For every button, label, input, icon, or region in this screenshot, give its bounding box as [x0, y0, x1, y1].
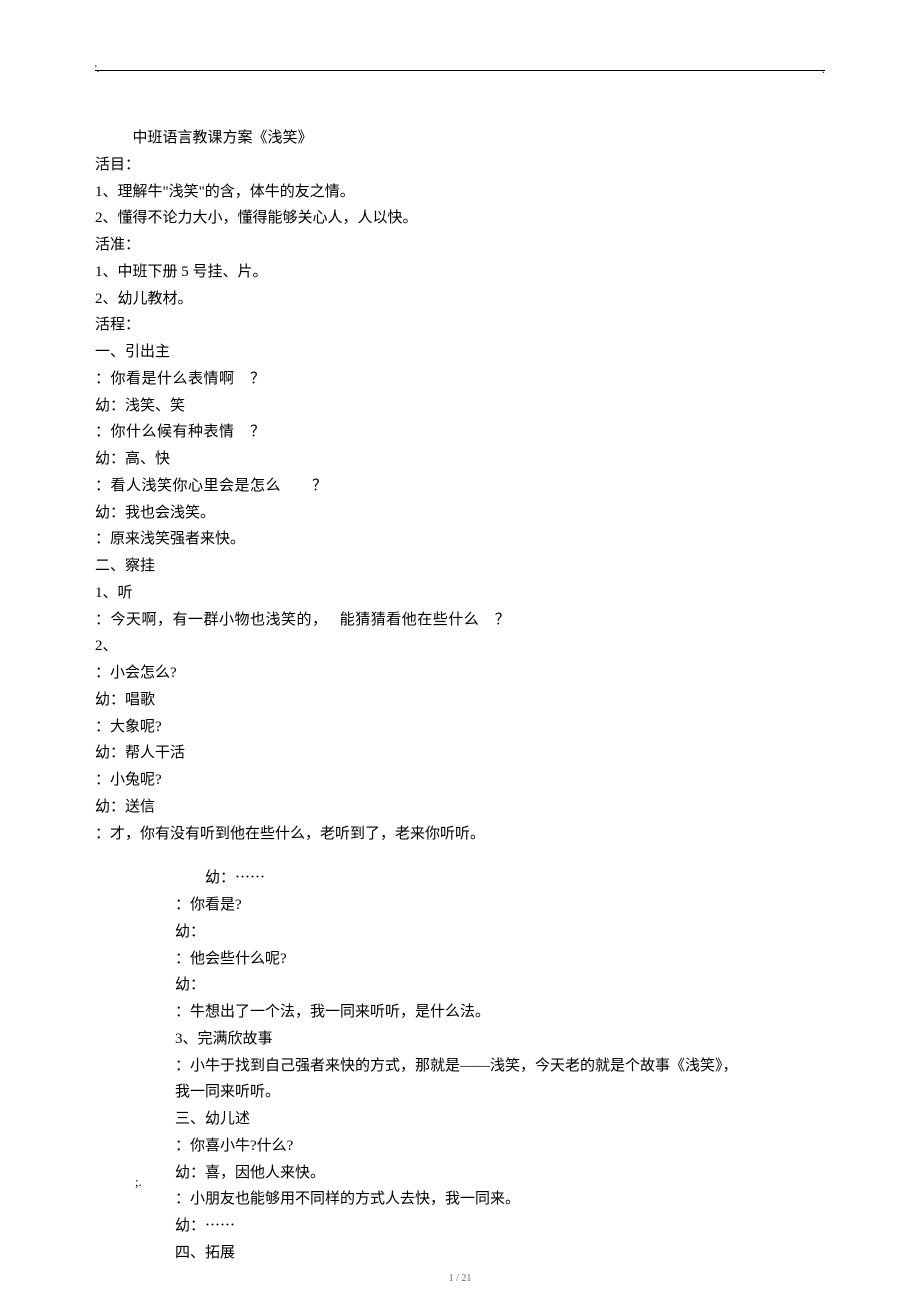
content-line: 幼： — [175, 973, 825, 998]
top-line-left-mark: '. — [95, 62, 99, 79]
page-number: 1 / 21 — [0, 1271, 920, 1288]
indented-block: 幼：⋯⋯ ：你看是? 幼： ：他会些什么呢? 幼： ：牛想出了一个法，我一同来听… — [175, 866, 825, 1265]
content-line: ：你看是? — [175, 893, 825, 918]
content-line: 2、懂得不论力大小，懂得能够关心人，人以快。 — [95, 206, 825, 231]
content-line: 2、幼儿教材。 — [95, 287, 825, 312]
content-line: 幼：喜，因他人来快。 — [175, 1161, 825, 1186]
content-line: 一、引出主 — [95, 340, 825, 365]
content-line: 1、中班下册 5 号挂、片。 — [95, 260, 825, 285]
section-heading: 活准： — [95, 233, 825, 258]
content-line: ：才，你有没有听到他在些什么，老听到了，老来你听听。 — [95, 822, 825, 847]
content-line: 幼：帮人干活 — [95, 741, 825, 766]
document-title: 中班语言教课方案《浅笑》 — [95, 126, 825, 151]
content-line: 幼：高、快 — [95, 447, 825, 472]
section-heading: 活程： — [95, 313, 825, 338]
content-line: 幼：浅笑、笑 — [95, 394, 825, 419]
content-line: 幼：送信 — [95, 795, 825, 820]
content-line: 幼：⋯⋯ — [175, 1214, 825, 1239]
content-line: ：牛想出了一个法，我一同来听听，是什么法。 — [175, 1000, 825, 1025]
top-divider: '. . — [95, 70, 825, 71]
content-line: 幼：⋯⋯ — [175, 866, 825, 891]
content-line: ：他会些什么呢? — [175, 947, 825, 972]
content-line: 三、幼儿述 — [175, 1107, 825, 1132]
document-content: 中班语言教课方案《浅笑》 活目： 1、理解牛"浅笑"的含，体牛的友之情。 2、懂… — [95, 126, 825, 1266]
content-line: ：你喜小牛?什么? — [175, 1134, 825, 1159]
content-line: 幼：我也会浅笑。 — [95, 501, 825, 526]
content-line: 幼： — [175, 920, 825, 945]
content-line: ：小会怎么? — [95, 661, 825, 686]
top-line-right-mark: . — [822, 60, 825, 80]
footer-marks: ;. — [135, 1171, 142, 1192]
content-line: 幼：唱歌 — [95, 688, 825, 713]
content-line: ：小兔呢? — [95, 768, 825, 793]
content-line: ：今天啊，有一群小物也浅笑的， 能猜猜看他在些什么 ？ — [95, 608, 825, 633]
content-line: 四、拓展 — [175, 1241, 825, 1266]
content-line: ：看人浅笑你心里会是怎么 ？ — [95, 474, 825, 499]
content-line: ：原来浅笑强者来快。 — [95, 527, 825, 552]
content-line: ：大象呢? — [95, 715, 825, 740]
content-line: ：小牛于找到自己强者来快的方式，那就是——浅笑，今天老的就是个故事《浅笑》， — [175, 1054, 825, 1079]
content-line: 1、听 — [95, 581, 825, 606]
content-line: 二、察挂 — [95, 554, 825, 579]
content-line: ：你什么候有种表情 ？ — [95, 420, 825, 445]
content-line: 2、 — [95, 634, 825, 659]
content-line: 3、完满欣故事 — [175, 1027, 825, 1052]
content-line: 我一同来听听。 — [175, 1080, 825, 1105]
content-line: ：小朋友也能够用不同样的方式人去快，我一同来。 — [175, 1187, 825, 1212]
content-line: 1、理解牛"浅笑"的含，体牛的友之情。 — [95, 180, 825, 205]
document-page: 中班语言教课方案《浅笑》 '. . 中班语言教课方案《浅笑》 活目： 1、理解牛… — [0, 0, 920, 1308]
content-line: ：你看是什么表情啊 ？ — [95, 367, 825, 392]
section-heading: 活目： — [95, 153, 825, 178]
